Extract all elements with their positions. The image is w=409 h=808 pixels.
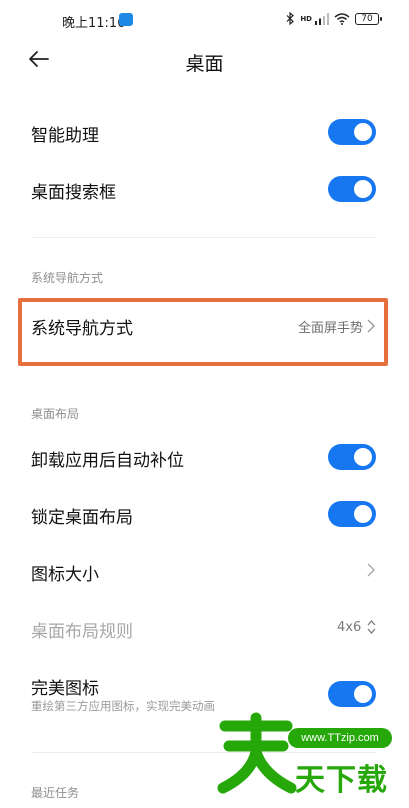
watermark-logo <box>217 712 297 794</box>
icon-size-label: 图标大小 <box>31 565 99 585</box>
row-smart-assistant[interactable]: 智能助理 <box>0 112 409 152</box>
row-perfect-icon[interactable]: 完美图标 重绘第三方应用图标，实现完美动画 <box>0 668 409 718</box>
perfect-icon-description: 重绘第三方应用图标，实现完美动画 <box>31 699 215 713</box>
perfect-icon-toggle[interactable] <box>328 681 376 707</box>
toggle-knob <box>354 505 372 523</box>
toggle-knob <box>354 180 372 198</box>
row-lock-layout[interactable]: 锁定桌面布局 <box>0 494 409 534</box>
smart-assistant-toggle[interactable] <box>328 119 376 145</box>
highlight-box <box>18 298 388 366</box>
network-label: HD <box>300 14 312 23</box>
desktop-search-toggle[interactable] <box>328 176 376 202</box>
status-indicators: HD 70 <box>286 12 382 25</box>
row-desktop-search[interactable]: 桌面搜索框 <box>0 168 409 208</box>
page-header: 桌面 <box>0 42 409 80</box>
chevron-up-down-icon <box>367 620 376 634</box>
divider <box>31 752 376 753</box>
row-auto-fill[interactable]: 卸载应用后自动补位 <box>0 437 409 477</box>
perfect-icon-label: 完美图标 <box>31 679 99 699</box>
layout-rule-label: 桌面布局规则 <box>31 622 133 642</box>
row-icon-size[interactable]: 图标大小 <box>0 551 409 591</box>
notification-app-icon <box>119 13 133 26</box>
status-time: 晚上11:16 <box>62 16 126 31</box>
section-title-recent: 最近任务 <box>31 786 80 800</box>
smart-assistant-label: 智能助理 <box>31 126 99 146</box>
watermark-text: 天下载 <box>295 763 388 798</box>
lock-layout-label: 锁定桌面布局 <box>31 508 133 528</box>
wifi-icon <box>334 12 350 25</box>
layout-rule-value: 4x6 <box>337 620 362 635</box>
auto-fill-label: 卸载应用后自动补位 <box>31 451 184 471</box>
divider <box>31 237 376 238</box>
chevron-right-icon <box>367 563 375 577</box>
section-title-nav: 系统导航方式 <box>31 271 104 285</box>
toggle-knob <box>354 685 372 703</box>
auto-fill-toggle[interactable] <box>328 444 376 470</box>
desktop-search-label: 桌面搜索框 <box>31 183 116 203</box>
row-layout-rule[interactable]: 桌面布局规则 4x6 <box>0 608 409 648</box>
status-bar: 晚上11:16 HD 70 <box>0 0 409 42</box>
signal-icon <box>315 12 329 25</box>
toggle-knob <box>354 123 372 141</box>
section-title-layout: 桌面布局 <box>31 407 80 421</box>
bluetooth-icon <box>286 12 295 25</box>
battery-icon: 70 <box>355 12 382 25</box>
lock-layout-toggle[interactable] <box>328 501 376 527</box>
watermark-url: www.TTzip.com <box>288 728 392 748</box>
toggle-knob <box>354 448 372 466</box>
page-title: 桌面 <box>185 53 224 75</box>
